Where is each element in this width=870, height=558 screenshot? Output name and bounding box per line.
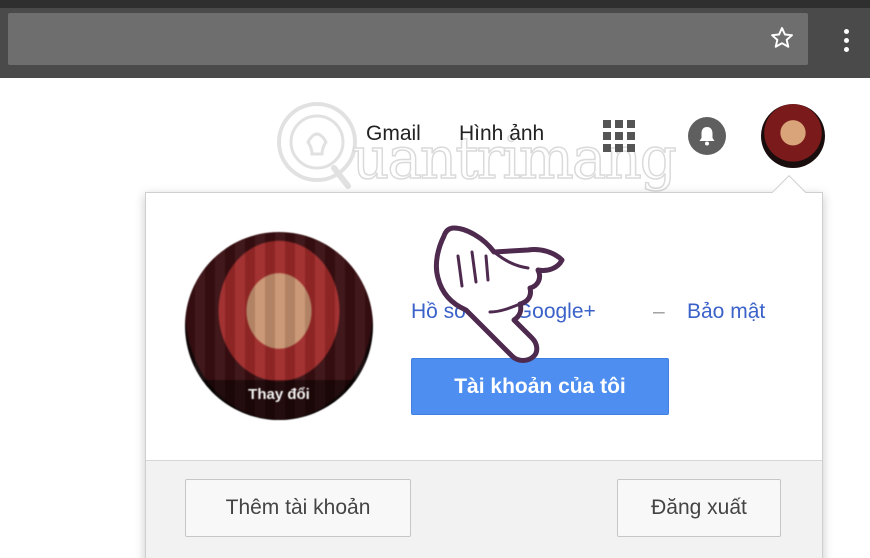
watermark: uantrimang — [272, 96, 702, 196]
profile-photo[interactable]: Thay đổi — [185, 232, 373, 420]
add-account-button[interactable]: Thêm tài khoản — [185, 479, 411, 537]
more-vert-icon[interactable] — [838, 22, 854, 58]
change-photo-label[interactable]: Thay đổi — [185, 380, 373, 420]
sign-out-button[interactable]: Đăng xuất — [617, 479, 781, 537]
security-link[interactable]: Bảo mật — [687, 300, 765, 324]
account-avatar-button[interactable] — [761, 104, 825, 168]
address-bar[interactable] — [8, 13, 808, 65]
notification-bell-icon[interactable] — [688, 117, 726, 155]
images-link[interactable]: Hình ảnh — [459, 122, 544, 146]
apps-grid-icon[interactable] — [602, 119, 636, 153]
star-icon[interactable] — [764, 20, 800, 56]
link-separator: – — [653, 300, 665, 323]
tab-strip — [0, 0, 870, 8]
gmail-link[interactable]: Gmail — [366, 122, 421, 146]
browser-toolbar — [0, 0, 870, 78]
pointing-hand-icon — [433, 225, 565, 363]
